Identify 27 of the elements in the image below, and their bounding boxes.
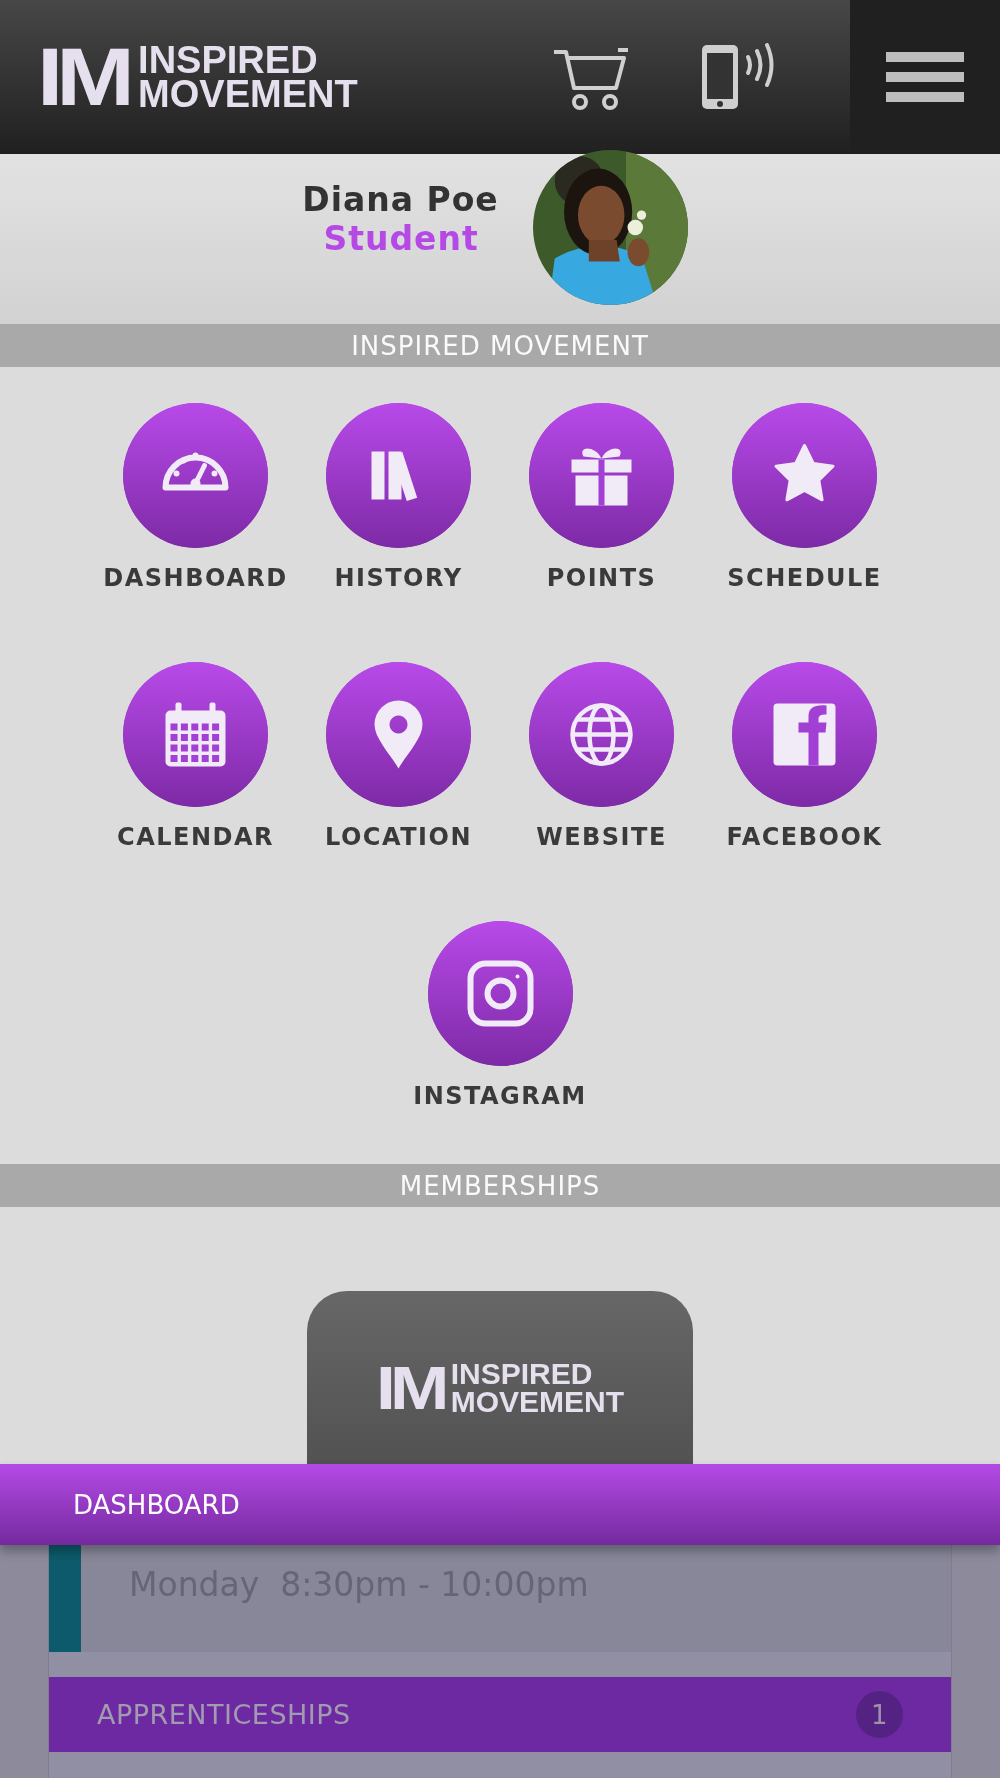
calendar-icon: [165, 702, 226, 767]
shortcut-button[interactable]: INSTAGRAM: [398, 921, 602, 1110]
apprenticeships-label: APPRENTICESHIPS: [97, 1699, 351, 1730]
books-icon: [371, 451, 418, 502]
menu-icon: [886, 52, 964, 102]
gift-icon: [571, 448, 632, 506]
section-header: MEMBERSHIPS: [0, 1164, 1000, 1207]
section-header: INSPIRED MOVEMENT: [0, 324, 1000, 367]
location-pin-icon: [374, 700, 423, 769]
gauge-icon: [162, 452, 229, 491]
globe-icon: [570, 703, 633, 766]
shortcut-button[interactable]: CALENDAR: [94, 662, 297, 851]
count-badge: 1: [856, 1691, 903, 1738]
shortcut-button[interactable]: LOCATION: [297, 662, 500, 851]
apprenticeships-bar[interactable]: APPRENTICESHIPS 1: [49, 1677, 951, 1752]
shortcut-button[interactable]: FACEBOOK: [703, 662, 906, 851]
shortcut-button[interactable]: DASHBOARD: [94, 403, 297, 592]
shortcut-button[interactable]: HISTORY: [297, 403, 500, 592]
facebook-icon: [773, 703, 836, 766]
shortcut-button[interactable]: WEBSITE: [500, 662, 703, 851]
user-role: Student: [323, 219, 479, 258]
shortcut-button[interactable]: SCHEDULE: [703, 403, 906, 592]
star-icon: [774, 444, 835, 502]
bar-title: DASHBOARD: [73, 1489, 240, 1520]
user-name: Diana Poe: [302, 180, 499, 219]
instagram-icon: [467, 960, 533, 1027]
shortcut-button[interactable]: POINTS: [500, 403, 703, 592]
